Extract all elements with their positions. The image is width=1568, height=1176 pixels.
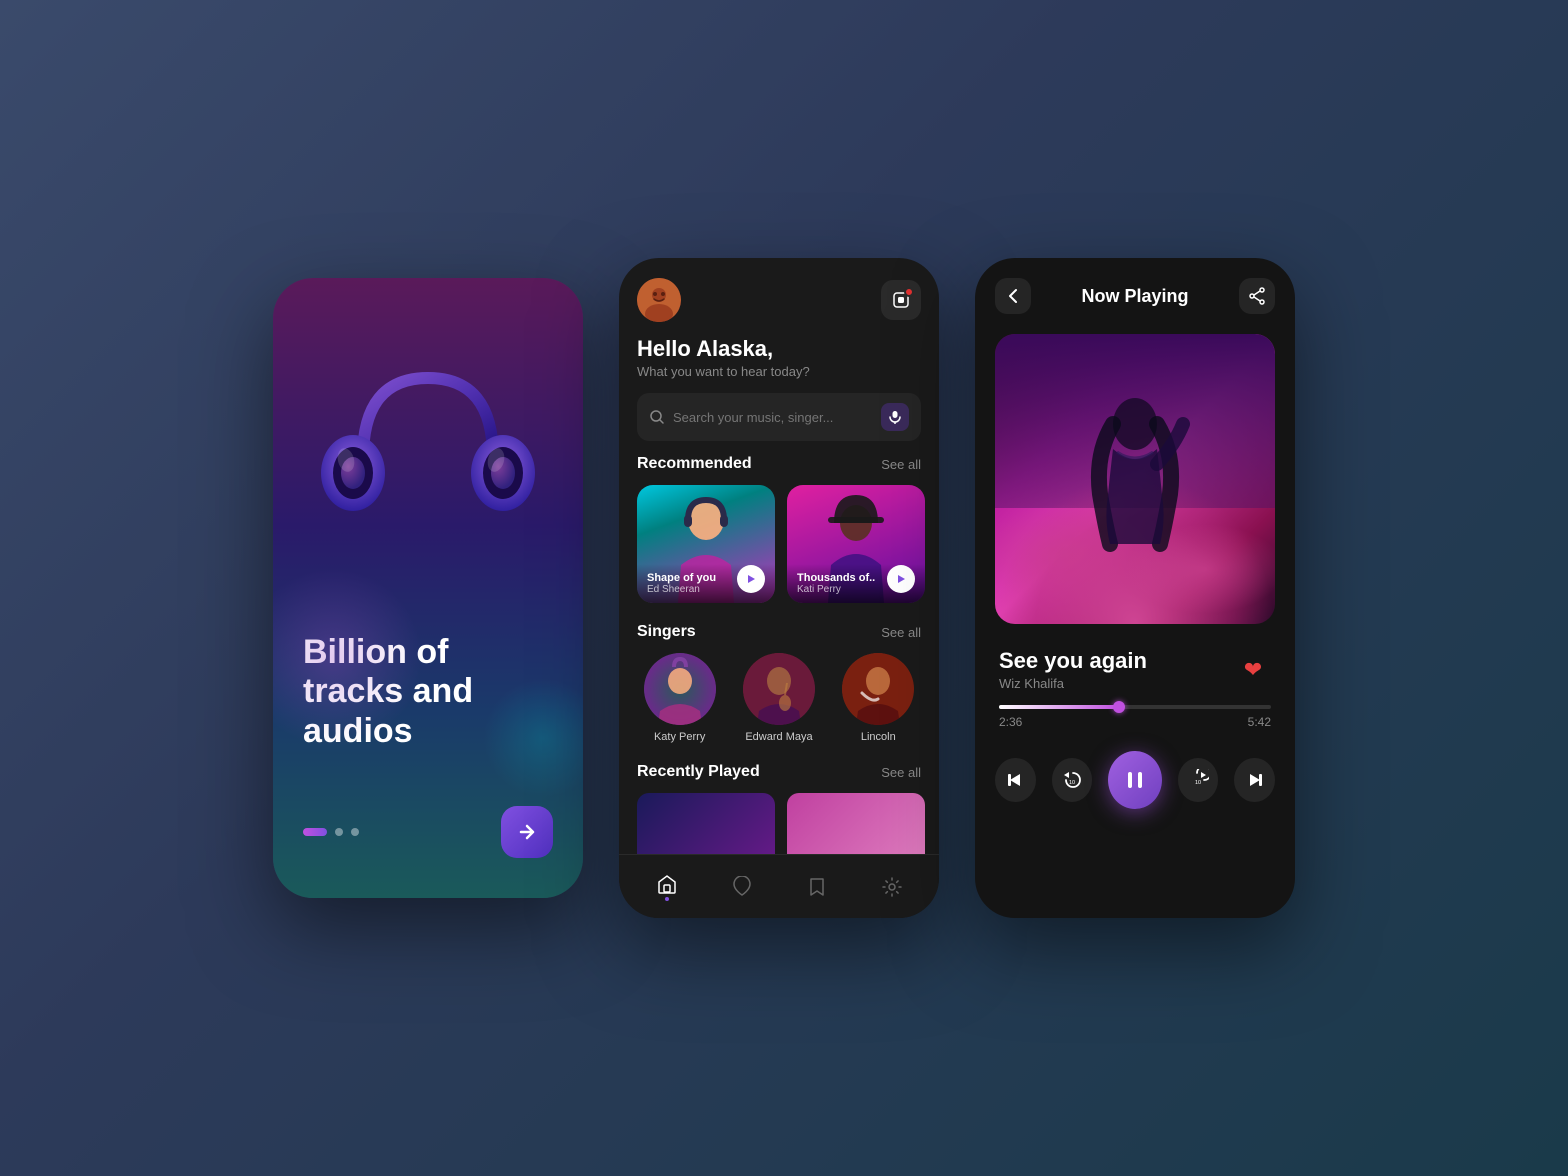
splash-screen: Billion of tracks and audios xyxy=(273,278,583,898)
favorite-button[interactable]: ❤ xyxy=(1235,652,1271,688)
splash-bottom-controls xyxy=(303,806,553,858)
bookmark-icon xyxy=(806,876,828,898)
nav-library[interactable] xyxy=(794,868,840,906)
heart-icon xyxy=(731,876,753,898)
notification-dot xyxy=(904,287,914,297)
mic-button[interactable] xyxy=(881,403,909,431)
singer-3-name: Lincoln xyxy=(861,731,896,743)
singers-section-header: Singers See all xyxy=(637,623,921,641)
play-pause-button[interactable] xyxy=(1108,751,1162,809)
nav-home[interactable] xyxy=(644,865,690,909)
pagination-dots xyxy=(303,828,359,836)
svg-text:10: 10 xyxy=(1069,780,1075,786)
recommended-label: Recommended xyxy=(637,455,752,473)
singer-1-avatar xyxy=(644,653,716,725)
dot-2 xyxy=(335,828,343,836)
track-name: See you again xyxy=(999,648,1147,674)
current-time: 2:36 xyxy=(999,715,1022,729)
singer-1-name: Katy Perry xyxy=(654,731,705,743)
recommended-cards: Shape of you Ed Sheeran xyxy=(637,485,921,603)
notification-button[interactable] xyxy=(881,280,921,320)
rec-card-2[interactable]: Thousands of.. Kati Perry xyxy=(787,485,925,603)
now-playing-title: Now Playing xyxy=(1081,286,1188,307)
headphones-illustration xyxy=(308,338,548,578)
dot-active xyxy=(303,828,327,836)
home-icon xyxy=(656,873,678,895)
singer-2-name: Edward Maya xyxy=(745,731,812,743)
recently-card-2[interactable] xyxy=(787,793,925,854)
recommended-see-all[interactable]: See all xyxy=(881,457,921,472)
person-silhouette xyxy=(1075,394,1195,574)
bottom-navigation xyxy=(619,854,939,918)
svg-text:10: 10 xyxy=(1195,780,1201,786)
singer-1[interactable]: Katy Perry xyxy=(644,653,716,743)
total-time: 5:42 xyxy=(1248,715,1271,729)
singer-3-avatar xyxy=(842,653,914,725)
now-playing-header: Now Playing xyxy=(975,258,1295,326)
greeting-text: Hello Alaska, What you want to hear toda… xyxy=(637,336,921,379)
nav-favorites[interactable] xyxy=(719,868,765,906)
home-screen: Hello Alaska, What you want to hear toda… xyxy=(619,258,939,918)
recently-label: Recently Played xyxy=(637,763,760,781)
track-details: See you again Wiz Khalifa xyxy=(999,648,1147,691)
home-scroll-content: Hello Alaska, What you want to hear toda… xyxy=(619,258,939,854)
progress-thumb xyxy=(1113,701,1125,713)
progress-section: 2:36 5:42 xyxy=(975,697,1295,735)
album-art xyxy=(995,334,1275,624)
forward-10-button[interactable]: 10 xyxy=(1178,758,1219,802)
singers-row: Katy Perry Edward Maya xyxy=(637,653,921,743)
share-button[interactable] xyxy=(1239,278,1275,314)
singer-3[interactable]: Lincoln xyxy=(842,653,914,743)
recently-card-1[interactable] xyxy=(637,793,775,854)
recently-card-2-bg xyxy=(787,793,925,854)
recently-card-1-bg xyxy=(637,793,775,854)
recently-see-all[interactable]: See all xyxy=(881,765,921,780)
search-icon xyxy=(649,409,665,425)
rec-play-btn-2[interactable] xyxy=(887,565,915,593)
gear-icon xyxy=(881,876,903,898)
singers-label: Singers xyxy=(637,623,696,641)
playback-controls: 10 10 xyxy=(975,735,1295,829)
rec-play-btn-1[interactable] xyxy=(737,565,765,593)
rewind-10-button[interactable]: 10 xyxy=(1052,758,1093,802)
prev-button[interactable] xyxy=(995,758,1036,802)
search-input[interactable] xyxy=(673,410,873,425)
back-button[interactable] xyxy=(995,278,1031,314)
track-artist: Wiz Khalifa xyxy=(999,676,1147,691)
greeting-subtitle: What you want to hear today? xyxy=(637,364,921,379)
greeting-title: Hello Alaska, xyxy=(637,336,921,362)
progress-fill xyxy=(999,705,1119,709)
recently-played-row xyxy=(637,793,921,854)
recently-section-header: Recently Played See all xyxy=(637,763,921,781)
home-header xyxy=(637,278,921,322)
rec-card-1[interactable]: Shape of you Ed Sheeran xyxy=(637,485,775,603)
dot-3 xyxy=(351,828,359,836)
singer-2-avatar xyxy=(743,653,815,725)
track-info: See you again Wiz Khalifa ❤ xyxy=(975,632,1295,697)
user-avatar[interactable] xyxy=(637,278,681,322)
progress-bar[interactable] xyxy=(999,705,1271,709)
nav-settings[interactable] xyxy=(869,868,915,906)
search-bar[interactable] xyxy=(637,393,921,441)
next-button[interactable] xyxy=(1234,758,1275,802)
nav-active-indicator xyxy=(665,897,669,901)
now-playing-screen: Now Playing xyxy=(975,258,1295,918)
next-button[interactable] xyxy=(501,806,553,858)
recommended-section-header: Recommended See all xyxy=(637,455,921,473)
singers-see-all[interactable]: See all xyxy=(881,625,921,640)
progress-times: 2:36 5:42 xyxy=(999,715,1271,729)
singer-2[interactable]: Edward Maya xyxy=(743,653,815,743)
